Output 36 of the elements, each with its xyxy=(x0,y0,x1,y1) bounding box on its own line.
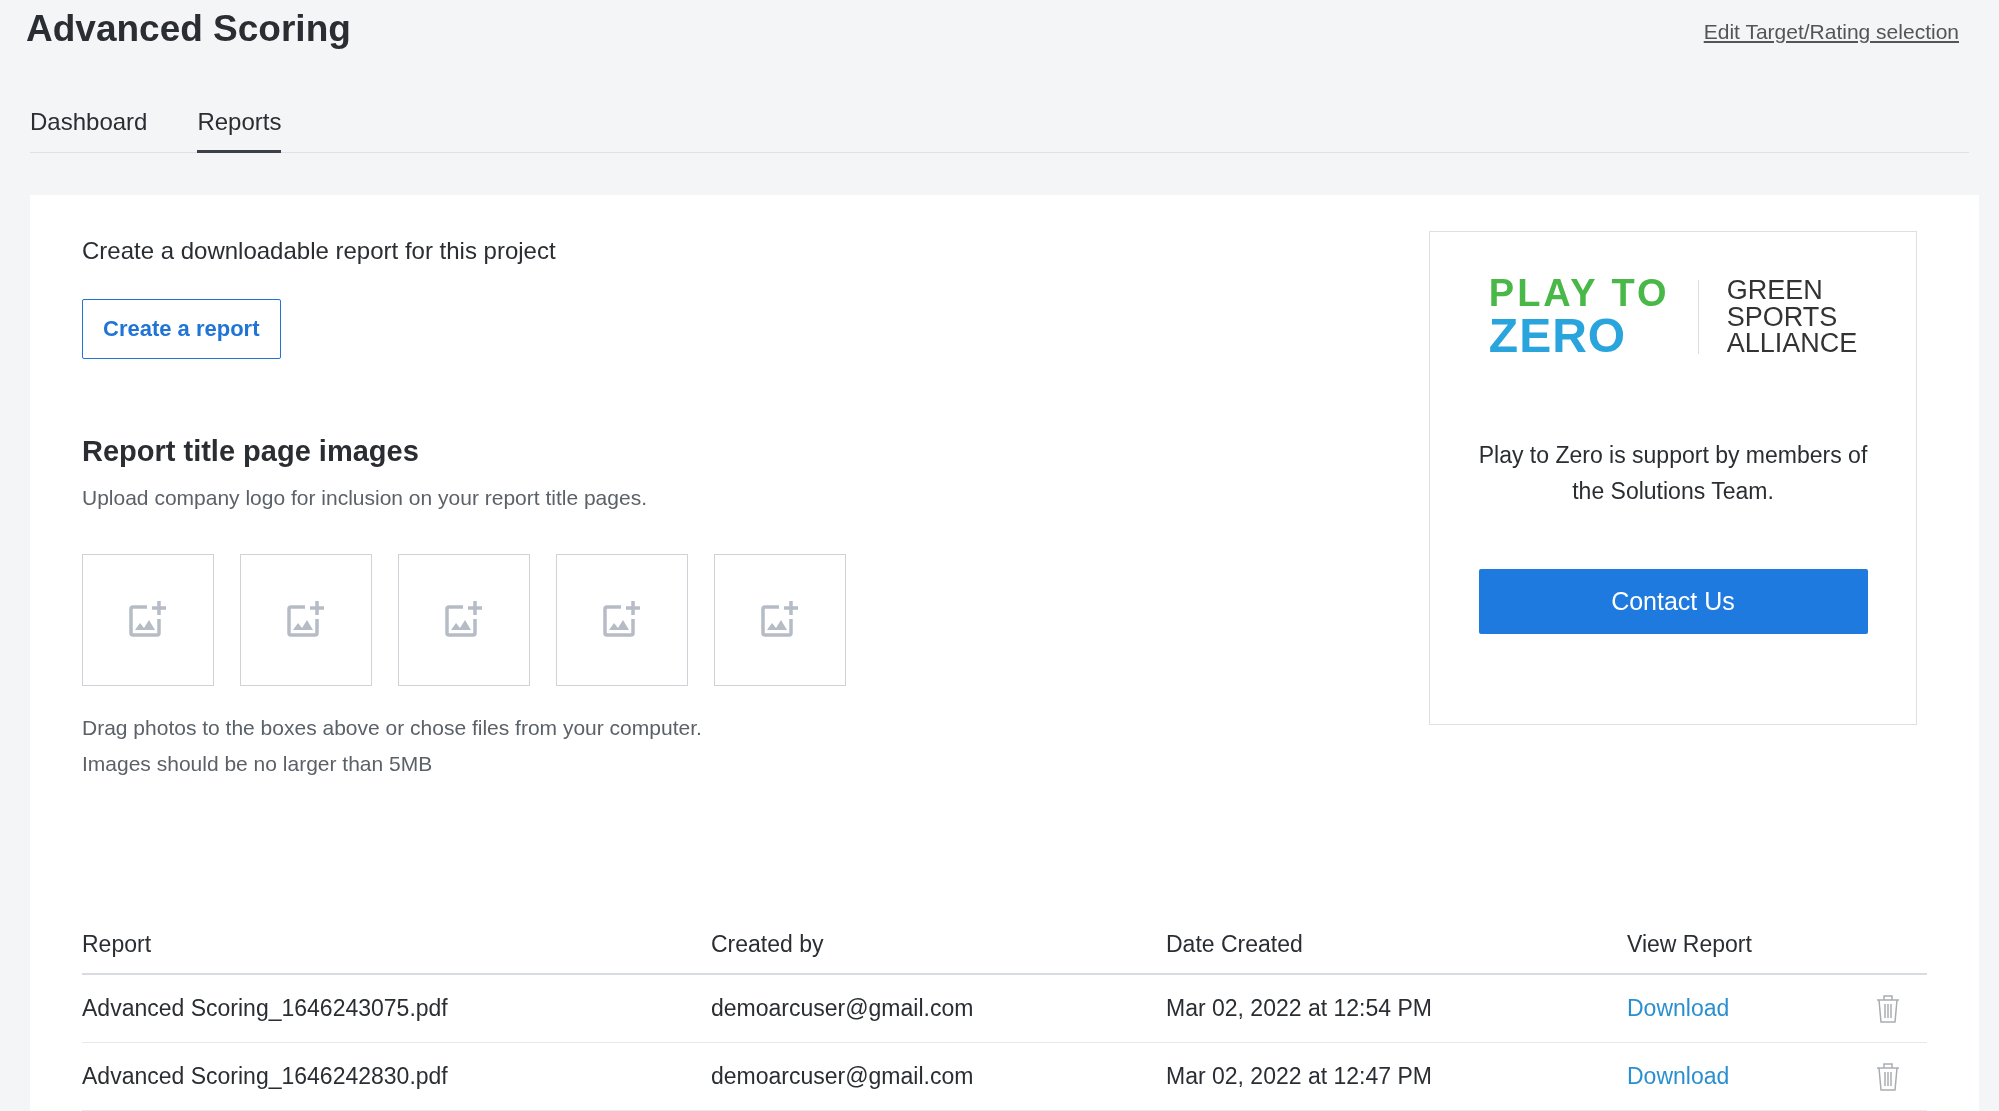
image-upload-slot[interactable] xyxy=(714,554,846,686)
download-link[interactable]: Download xyxy=(1627,1063,1876,1090)
column-header: View Report xyxy=(1627,930,1753,958)
trash-icon[interactable] xyxy=(1876,993,1900,1024)
logo-text: ZERO xyxy=(1488,312,1628,360)
table-cell-text: demoarcuser@gmail.com xyxy=(711,995,975,1022)
logo-text: GREEN xyxy=(1726,277,1824,304)
upload-hint: Images should be no larger than 5MB xyxy=(82,752,434,776)
image-upload-slot[interactable] xyxy=(398,554,530,686)
table-cell-text: Mar 02, 2022 at 12:47 PM xyxy=(1166,1063,1433,1090)
column-header: Created by xyxy=(711,930,825,958)
contact-us-button[interactable]: Contact Us xyxy=(1478,569,1868,635)
create-report-button[interactable]: Create a report xyxy=(82,299,281,359)
section-subtitle: Upload company logo for inclusion on your report title pages. xyxy=(82,486,648,510)
download-link[interactable]: Download xyxy=(1627,995,1876,1022)
image-upload-slot[interactable] xyxy=(82,554,214,686)
image-upload-slot[interactable] xyxy=(240,554,372,686)
table-cell-text: demoarcuser@gmail.com xyxy=(711,1063,975,1090)
tab[interactable]: Dashboard xyxy=(30,108,148,153)
table-cell-text: Mar 02, 2022 at 12:54 PM xyxy=(1166,995,1433,1022)
image-upload-slot[interactable] xyxy=(556,554,688,686)
logo-text: PLAY TO xyxy=(1488,274,1670,312)
logo-text: SPORTS xyxy=(1726,303,1839,331)
tab[interactable]: Reports xyxy=(197,108,282,153)
section-heading: Report title page images xyxy=(82,435,420,468)
page-title: Advanced Scoring xyxy=(26,8,351,50)
table-cell-text: Advanced Scoring_1646242830.pdf xyxy=(82,1063,449,1090)
create-report-text: Create a downloadable report for this project xyxy=(82,237,557,265)
trash-icon[interactable] xyxy=(1876,1061,1900,1092)
upload-hint: Drag photos to the boxes above or chose files from your computer. xyxy=(82,716,703,740)
table-cell-text: Advanced Scoring_1646243075.pdf xyxy=(82,995,449,1022)
column-header: Report xyxy=(82,930,153,958)
edit-selection-link[interactable]: Edit Target/Rating selection xyxy=(1703,20,1959,44)
logo-text: ALLIANCE xyxy=(1726,330,1858,357)
column-header: Date Created xyxy=(1166,930,1304,958)
sponsor-text: Play to Zero is support by members of the Solutions Team. xyxy=(1477,441,1869,506)
